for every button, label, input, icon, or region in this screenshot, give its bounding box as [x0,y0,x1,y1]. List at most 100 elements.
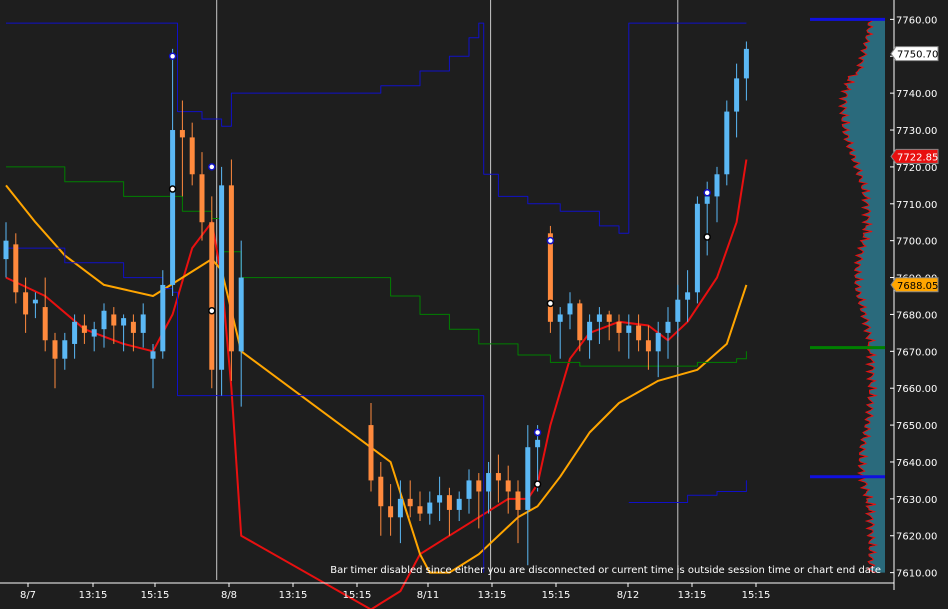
candle-body [32,299,38,304]
candle-body [734,78,740,112]
signal-marker [533,480,542,488]
candle-body [378,476,384,507]
price-tick-label: 7720.00 [896,163,937,174]
candle [219,166,225,396]
price-badge-label: 7750.70 [897,50,938,61]
candle-body [495,473,501,481]
candle-body [577,303,583,341]
candle-body [3,240,9,260]
candle-body [446,495,452,510]
chart-canvas[interactable]: 7610.00 7620.00 7630.00 7640.00 7650.00 7660.… [0,0,948,609]
time-tick-label: 8/11 [417,590,439,601]
candle-body [476,480,482,492]
price-tick-label: 7730.00 [896,126,937,137]
time-tick-label: 13:15 [478,590,507,601]
candle-body [437,495,443,503]
bar-timer-status: Bar timer disabled since either you are … [330,565,881,576]
candle-body [714,174,720,197]
candle-body [567,303,573,315]
candle-body [388,506,394,518]
candle-body [704,196,710,204]
price-tick-label: 7760.00 [896,15,937,26]
price-tick-label: 7610.00 [896,569,937,580]
candle-body [228,185,234,352]
price-tick-label: 7680.00 [896,310,937,321]
price-badge-label: 7722.85 [897,152,938,163]
candle-body [596,314,602,322]
candle-body [606,314,612,322]
candle-body [665,321,671,333]
price-chart[interactable]: 7610.00 7620.00 7630.00 7640.00 7650.00 7660.… [0,0,948,609]
candle-body [189,137,195,175]
candle-body [199,174,205,223]
candle-body [13,244,19,293]
candle-body [160,284,166,352]
candle [694,196,700,304]
time-tick-label: 8/8 [221,590,237,601]
time-tick-label: 13:15 [279,590,308,601]
candle [209,196,215,389]
candle-body [505,480,511,492]
time-tick-label: 15:15 [141,590,170,601]
candle-body [130,321,136,333]
price-tick-label: 7700.00 [896,237,937,248]
candle-body [368,425,374,481]
candle-body [140,314,146,333]
candle-body [547,233,553,322]
candle-body [466,480,472,499]
candle-body [52,340,58,359]
candle-body [219,185,225,370]
candle-body [81,325,87,333]
price-tick-label: 7640.00 [896,458,937,469]
signal-marker [703,233,711,241]
candle-body [525,447,531,510]
candle-body [150,351,156,359]
signal-marker [546,299,555,308]
time-tick-label: 13:15 [678,590,707,601]
signal-marker [208,163,216,171]
candle-body [62,340,68,359]
candle-body [675,299,681,322]
price-badge: 7750.70 [890,46,939,62]
candle-body [486,473,492,492]
candle-body [23,292,29,315]
signal-marker [533,428,542,437]
signal-marker [168,52,177,61]
signal-marker [168,185,177,193]
candle [724,100,730,186]
candle-body [616,321,622,333]
candle-body [238,277,244,352]
signal-marker [703,188,711,197]
chart-background [0,0,948,609]
candle-body [417,506,423,514]
time-tick-label: 15:15 [742,590,771,601]
price-badge: 7722.85 [890,148,939,164]
price-tick-label: 7740.00 [896,89,937,100]
price-tick-label: 7670.00 [896,347,937,358]
price-tick-label: 7620.00 [896,532,937,543]
candle-body [72,321,78,344]
candle-body [111,314,117,326]
time-tick-label: 15:15 [542,590,571,601]
candle-body [645,340,651,352]
candle-body [636,325,642,341]
candle-body [626,325,632,333]
candle-body [170,130,176,285]
time-tick-label: 8/7 [20,590,36,601]
time-tick-label: 13:15 [79,590,108,601]
candle [228,159,234,381]
candle-body [535,439,541,448]
candle-body [456,498,462,510]
candle-body [655,332,661,352]
candle-body [407,498,413,507]
price-badge: 7688.05 [890,277,939,293]
candle-body [397,498,403,518]
candle-body [743,48,749,79]
candle-body [685,292,691,300]
candle-body [587,321,593,341]
price-tick-label: 7650.00 [896,421,937,432]
candle-body [179,130,185,138]
candle-body [724,111,730,175]
time-tick-label: 8/12 [617,590,639,601]
price-badge-label: 7688.05 [897,281,938,292]
